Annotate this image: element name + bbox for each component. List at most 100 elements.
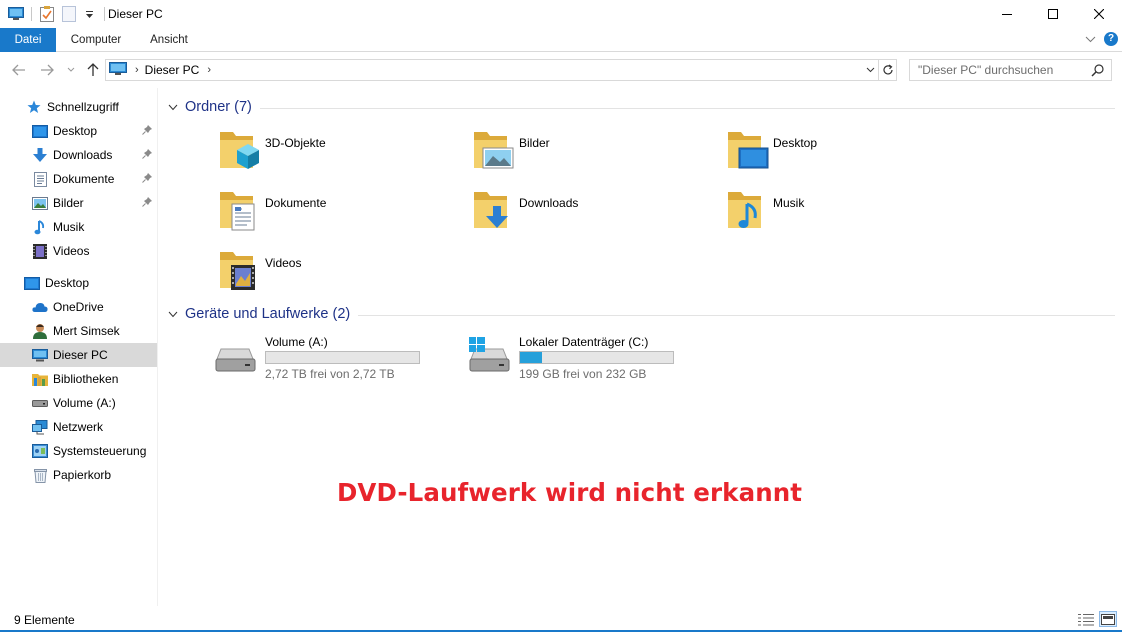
pin-icon[interactable] — [142, 172, 153, 186]
sidebar-item-volume-a[interactable]: Volume (A:) — [0, 391, 157, 415]
quick-access-toolbar — [6, 4, 110, 24]
maximize-button[interactable] — [1030, 0, 1076, 28]
sidebar-item-label: Papierkorb — [53, 468, 112, 482]
back-arrow-icon — [12, 64, 25, 76]
search-icon[interactable] — [1091, 63, 1105, 80]
tab-datei[interactable]: Datei — [0, 28, 56, 52]
folder-bilder[interactable]: Bilder — [473, 128, 713, 180]
window-title: Dieser PC — [108, 7, 163, 21]
folder-downloads[interactable]: Downloads — [473, 188, 713, 240]
folder-label: Videos — [265, 256, 302, 270]
sidebar-item-label: Bibliotheken — [53, 372, 119, 386]
network-icon — [32, 419, 48, 435]
new-folder-icon[interactable] — [59, 4, 79, 24]
folder-label: Bilder — [519, 136, 550, 150]
group-header-ordner[interactable]: Ordner (7) — [167, 99, 1115, 115]
sidebar-item-desktop[interactable]: Desktop — [0, 119, 157, 143]
pin-icon[interactable] — [142, 148, 153, 162]
sidebar-item-videos[interactable]: Videos — [0, 239, 157, 263]
sidebar-item-systemsteuerung[interactable]: Systemsteuerung — [0, 439, 157, 463]
folder-musik[interactable]: Musik — [727, 188, 967, 240]
pin-icon[interactable] — [142, 124, 153, 138]
drive-lokaler-datentraeger-c[interactable]: Lokaler Datenträger (C:) 199 GB frei von… — [467, 333, 707, 383]
folder-dokumente[interactable]: Dokumente — [219, 188, 459, 240]
up-button[interactable] — [84, 61, 102, 79]
group-title: Geräte und Laufwerke (2) — [185, 306, 351, 322]
item-count: 9 Elemente — [14, 613, 75, 627]
sidebar-item-downloads[interactable]: Downloads — [0, 143, 157, 167]
details-view-icon — [1078, 613, 1094, 625]
folder-videos[interactable]: Videos — [219, 248, 459, 300]
group-header-laufwerke[interactable]: Geräte und Laufwerke (2) — [167, 306, 1115, 322]
back-button[interactable] — [10, 61, 28, 79]
folder-label: Desktop — [773, 136, 818, 150]
music-icon — [32, 219, 48, 235]
sidebar-item-dieser-pc[interactable]: Dieser PC — [0, 343, 157, 367]
sidebar-item-dokumente[interactable]: Dokumente — [0, 167, 157, 191]
divider — [259, 107, 1115, 109]
search-input[interactable] — [910, 60, 1085, 80]
sidebar-item-musik[interactable]: Musik — [0, 215, 157, 239]
recent-locations-button[interactable] — [62, 61, 80, 79]
breadcrumb-dieser-pc[interactable]: Dieser PC — [145, 63, 200, 77]
sidebar-item-label: Downloads — [53, 148, 113, 162]
drive-volume-a[interactable]: Volume (A:) 2,72 TB frei von 2,72 TB — [213, 333, 453, 383]
status-bar: 9 Elemente — [0, 606, 1122, 632]
tab-ansicht[interactable]: Ansicht — [138, 28, 200, 52]
collapse-chevron-icon[interactable] — [167, 104, 179, 111]
minimize-icon — [1002, 14, 1012, 15]
sidebar-item-desktop-root[interactable]: Desktop — [0, 271, 157, 295]
documents-folder-icon — [220, 192, 255, 231]
expand-ribbon-icon[interactable] — [1085, 36, 1096, 43]
forward-button[interactable] — [38, 61, 56, 79]
title-bar: Dieser PC — [0, 0, 1122, 28]
desktop-folder-icon — [728, 132, 769, 169]
star-icon — [26, 99, 42, 115]
properties-icon[interactable] — [37, 4, 57, 24]
computer-icon[interactable] — [6, 4, 26, 24]
sidebar-item-label: Bilder — [53, 196, 84, 210]
3d-objects-folder-icon — [220, 132, 259, 169]
downloads-folder-icon — [474, 192, 508, 228]
address-bar[interactable]: › Dieser PC › — [105, 59, 879, 81]
folder-3d-objekte[interactable]: 3D-Objekte — [219, 128, 459, 180]
drive-label: Volume (A:) — [265, 335, 328, 349]
sidebar-item-bibliotheken[interactable]: Bibliotheken — [0, 367, 157, 391]
sidebar-item-schnellzugriff[interactable]: Schnellzugriff — [0, 95, 157, 119]
sidebar-item-papierkorb[interactable]: Papierkorb — [0, 463, 157, 487]
sidebar-item-label: Volume (A:) — [53, 396, 116, 410]
group-title: Ordner (7) — [185, 99, 252, 115]
breadcrumb-chevron-icon[interactable]: › — [207, 64, 211, 76]
collapse-chevron-icon[interactable] — [167, 311, 179, 318]
tab-computer[interactable]: Computer — [62, 28, 130, 52]
sidebar-item-onedrive[interactable]: OneDrive — [0, 295, 157, 319]
maximize-icon — [1048, 9, 1058, 19]
sidebar-item-label: Dokumente — [53, 172, 115, 186]
drive-icon — [32, 395, 48, 411]
breadcrumb-separator-icon[interactable]: › — [135, 64, 139, 76]
drive-usage-bar — [519, 351, 674, 364]
up-arrow-icon — [87, 63, 99, 76]
details-view-button[interactable] — [1077, 611, 1095, 627]
large-icons-view-button[interactable] — [1099, 611, 1117, 627]
sidebar-item-label: Desktop — [45, 276, 90, 290]
sidebar-item-bilder[interactable]: Bilder — [0, 191, 157, 215]
search-box[interactable] — [909, 59, 1112, 81]
desktop-icon — [32, 123, 48, 139]
videos-folder-icon — [220, 252, 255, 290]
minimize-button[interactable] — [984, 0, 1030, 28]
folder-label: 3D-Objekte — [265, 136, 326, 150]
address-history-dropdown[interactable] — [862, 60, 878, 80]
customize-toolbar-icon[interactable] — [79, 4, 99, 24]
ribbon-controls: ? — [1085, 32, 1118, 46]
hard-drive-icon — [215, 348, 256, 372]
user-icon — [32, 323, 48, 339]
sidebar-item-netzwerk[interactable]: Netzwerk — [0, 415, 157, 439]
sidebar-item-user[interactable]: Mert Simsek — [0, 319, 157, 343]
help-icon[interactable]: ? — [1104, 32, 1118, 46]
folder-desktop[interactable]: Desktop — [727, 128, 967, 180]
close-button[interactable] — [1076, 0, 1122, 28]
refresh-button[interactable] — [879, 59, 897, 81]
pin-icon[interactable] — [142, 196, 153, 210]
cloud-icon — [32, 299, 48, 315]
